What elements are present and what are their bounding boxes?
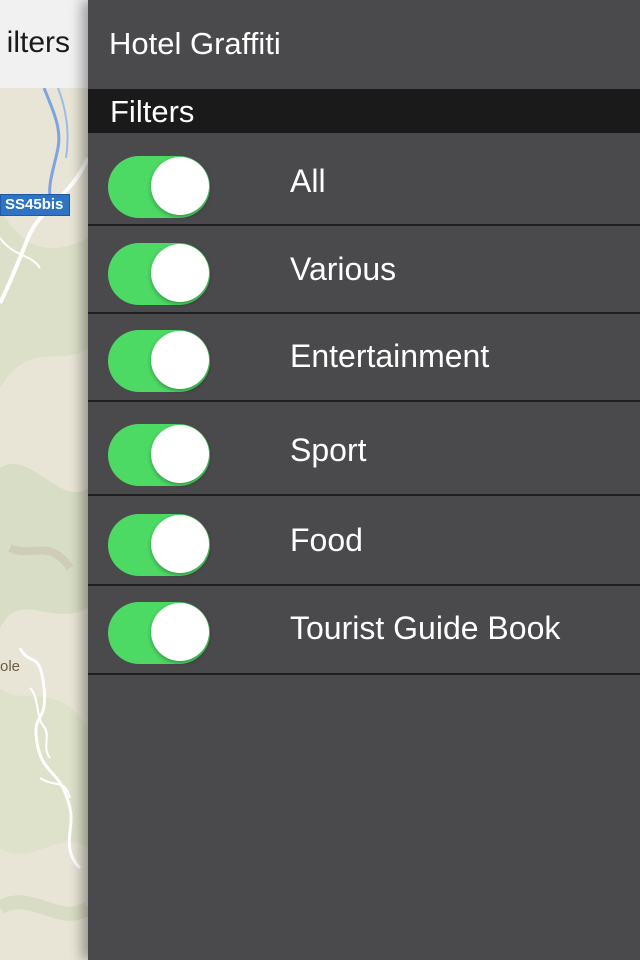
road-shield-label: SS45bis (0, 194, 71, 216)
filters-drawer: Hotel Graffiti Filters All Various Enter… (88, 0, 640, 960)
toggle-knob (151, 515, 209, 573)
filter-label: Entertainment (290, 338, 490, 374)
filter-row-tourist-guide-book: Tourist Guide Book (88, 586, 640, 675)
drawer-header: Hotel Graffiti (88, 0, 640, 89)
filter-row-all: All (88, 133, 640, 226)
toggle-switch-food[interactable] (108, 514, 210, 576)
toggle-switch-sport[interactable] (108, 424, 210, 486)
filter-label: Sport (290, 432, 367, 468)
toggle-switch-various[interactable] (108, 243, 210, 305)
map-view[interactable]: ilters SS45bis ole (0, 0, 88, 960)
map-place-label: ole (0, 658, 21, 675)
map-terrain (0, 88, 88, 960)
toggle-switch-all[interactable] (108, 156, 210, 218)
filter-label: All (290, 163, 326, 199)
filter-row-sport: Sport (88, 402, 640, 496)
drawer-title: Hotel Graffiti (109, 26, 281, 61)
filter-label: Various (290, 251, 397, 287)
toggle-knob (151, 425, 209, 483)
filter-row-entertainment: Entertainment (88, 314, 640, 402)
toggle-knob (151, 157, 209, 215)
toggle-knob (151, 244, 209, 302)
section-header: Filters (88, 89, 640, 133)
toggle-switch-tourist-guide-book[interactable] (108, 602, 210, 664)
section-label: Filters (110, 94, 195, 129)
toggle-knob (151, 331, 209, 389)
toggle-knob (151, 603, 209, 661)
filter-label: Tourist Guide Book (290, 610, 561, 646)
filter-row-food: Food (88, 496, 640, 586)
toggle-switch-entertainment[interactable] (108, 330, 210, 392)
navigation-title[interactable]: ilters (7, 26, 70, 60)
filter-label: Food (290, 522, 363, 558)
map-navigation-bar: ilters (0, 0, 88, 89)
filter-row-various: Various (88, 226, 640, 314)
